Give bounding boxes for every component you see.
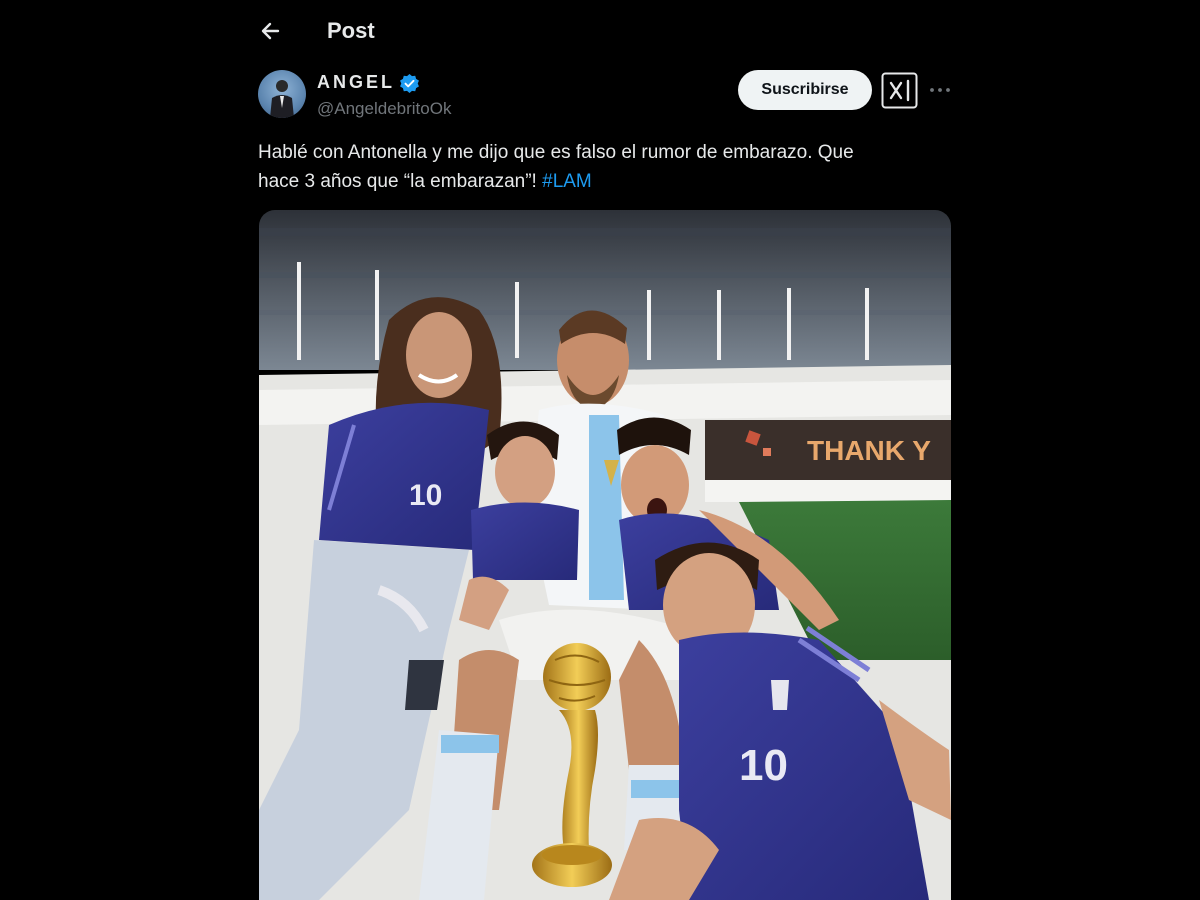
avatar[interactable] <box>258 70 306 118</box>
svg-text:10: 10 <box>409 479 442 512</box>
hashtag-link[interactable]: #LAM <box>542 171 592 192</box>
author-name[interactable]: ANGEL <box>317 72 395 93</box>
verified-badge-icon <box>400 73 419 94</box>
grok-button[interactable] <box>881 72 918 109</box>
post-header: Post <box>258 14 958 50</box>
arrow-left-icon <box>261 22 280 40</box>
more-options-button[interactable] <box>928 78 952 102</box>
banner-text: THANK Y <box>807 435 931 466</box>
subscribe-button[interactable]: Suscribirse <box>738 70 872 110</box>
author-handle[interactable]: @AngeldebritoOk <box>317 99 451 119</box>
post-text-line-2-body: hace 3 años que “la embarazan”! <box>258 171 543 192</box>
grok-icon <box>881 72 918 109</box>
svg-text:10: 10 <box>739 741 788 790</box>
post-text-line-2: hace 3 años que “la embarazan”! #LAM <box>258 167 958 196</box>
post-text-line-1: Hablé con Antonella y me dijo que es fal… <box>258 142 854 163</box>
more-icon <box>930 88 950 92</box>
post-text: Hablé con Antonella y me dijo que es fal… <box>258 138 958 196</box>
back-button[interactable] <box>258 18 284 44</box>
post-image[interactable]: THANK Y 10 10 <box>259 210 951 900</box>
author-row: ANGEL @AngeldebritoOk Suscribirse <box>258 68 953 124</box>
page-title: Post <box>327 18 375 43</box>
